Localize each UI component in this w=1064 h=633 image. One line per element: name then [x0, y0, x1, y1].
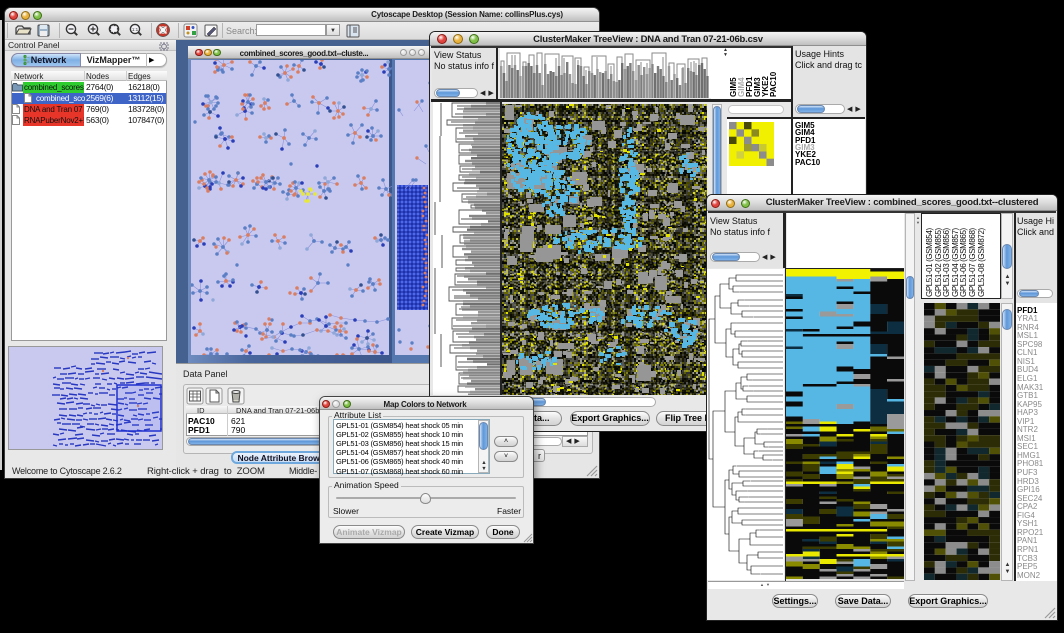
- svg-text:1:1: 1:1: [132, 27, 139, 32]
